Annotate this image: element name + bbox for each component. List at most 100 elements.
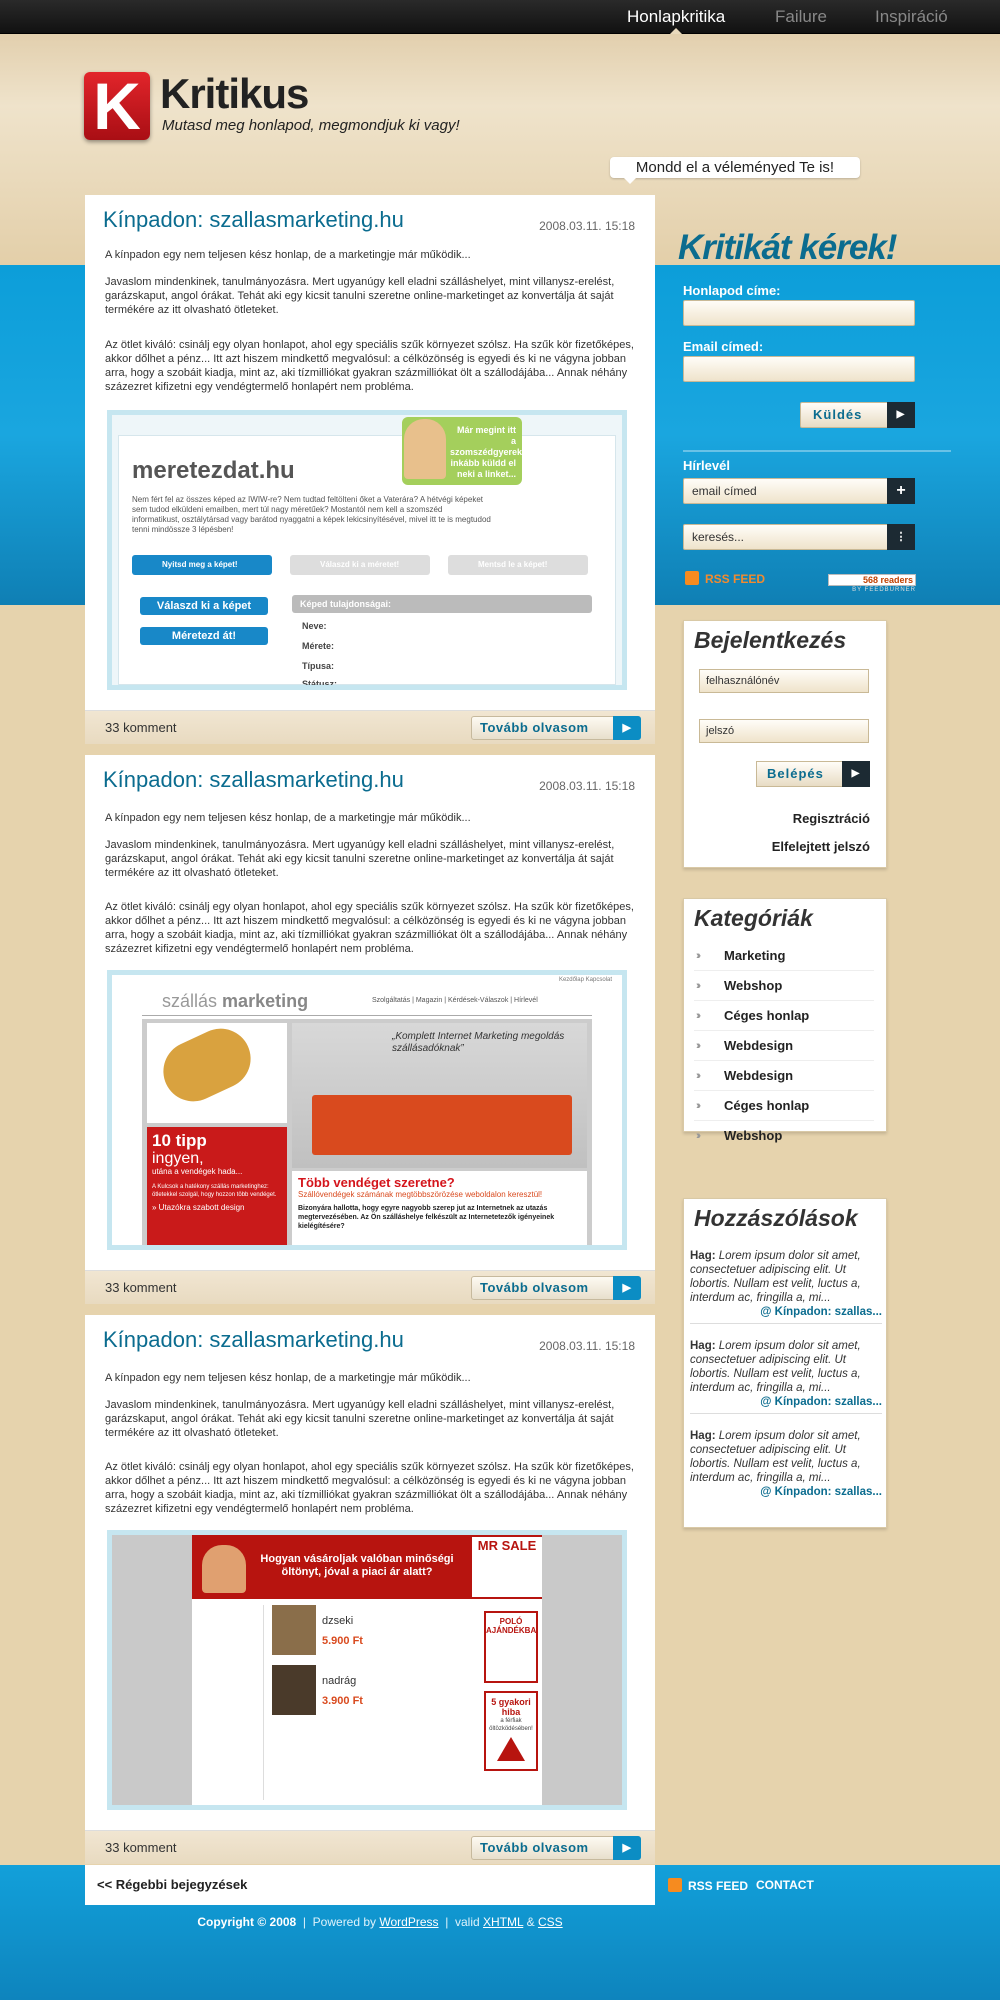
- categories-title: Kategóriák: [694, 905, 813, 931]
- site-url-label: Honlapod címe:: [683, 283, 781, 298]
- product-price: 3.900 Ft: [322, 1695, 363, 1707]
- footer-copyright: Copyright © 2008 | Powered by WordPress …: [197, 1915, 563, 1929]
- site-title[interactable]: Kritikus: [160, 70, 309, 118]
- rss-icon: [685, 571, 699, 585]
- wordpress-link[interactable]: WordPress: [379, 1915, 438, 1929]
- rss-label: RSS FEED: [705, 572, 766, 586]
- product-name: nadrág: [322, 1675, 357, 1687]
- category-label: Webshop: [724, 1128, 783, 1143]
- css-link[interactable]: CSS: [538, 1915, 563, 1929]
- shot-sub: Szállóvendégek számának megtöbbszörözése…: [298, 1190, 543, 1199]
- shot-brand: szállás marketing: [162, 991, 308, 1012]
- newsletter-input[interactable]: email címed +: [683, 478, 915, 504]
- powered-by-text: Powered by: [312, 1915, 377, 1929]
- post-paragraph: Az ötlet kiváló: csinálj egy olyan honla…: [105, 1461, 634, 1515]
- site-tagline: Mutasd meg honlapod, megmondjuk ki vagy!: [162, 117, 460, 134]
- post-footer: 33 komment Tovább olvasom ▶: [85, 1830, 655, 1864]
- shot-resize-button: Méretezd át!: [140, 627, 268, 645]
- comment-count-link[interactable]: 33 komment: [105, 720, 177, 735]
- read-more-button[interactable]: Tovább olvasom ▶: [471, 716, 641, 740]
- category-item[interactable]: ››› Webshop: [694, 971, 874, 1001]
- read-more-button[interactable]: Tovább olvasom ▶: [471, 1836, 641, 1860]
- comment-post-link[interactable]: @ Kínpadon: szallas...: [690, 1395, 882, 1409]
- category-item[interactable]: ››› Webshop: [694, 1121, 874, 1151]
- comment-post-link[interactable]: @ Kínpadon: szallas...: [690, 1485, 882, 1499]
- footer-rss-label: RSS FEED: [688, 1879, 749, 1893]
- comment-post-link[interactable]: @ Kínpadon: szallas...: [690, 1305, 882, 1319]
- post-intro: A kínpadon egy nem teljesen kész honlap,…: [105, 812, 471, 824]
- send-button[interactable]: Küldés ▶: [800, 402, 915, 428]
- double-arrow-icon: ›››: [696, 980, 701, 992]
- comment-count-link[interactable]: 33 komment: [105, 1840, 177, 1855]
- xhtml-link[interactable]: XHTML: [483, 1915, 523, 1929]
- tips-title: 10 tipp: [152, 1131, 207, 1150]
- post-title[interactable]: Kínpadon: szallasmarketing.hu: [103, 207, 404, 233]
- post-title[interactable]: Kínpadon: szallasmarketing.hu: [103, 767, 404, 793]
- older-posts-link[interactable]: << Régebbi bejegyzések: [85, 1865, 655, 1905]
- email-input[interactable]: [683, 356, 915, 382]
- category-label: Webshop: [724, 978, 783, 993]
- sidebar-rss-link[interactable]: RSS FEED: [685, 571, 765, 586]
- category-item[interactable]: ››› Marketing: [694, 941, 874, 971]
- feedburner-badge[interactable]: 568 readers: [828, 574, 916, 586]
- arrow-right-icon: ▶: [613, 1276, 641, 1300]
- category-label: Marketing: [724, 948, 786, 963]
- post-title[interactable]: Kínpadon: szallasmarketing.hu: [103, 1327, 404, 1353]
- category-item[interactable]: ››› Webdesign: [694, 1031, 874, 1061]
- valid-text: valid: [454, 1915, 480, 1929]
- login-label: Belépés: [767, 766, 824, 781]
- category-item[interactable]: ››› Céges honlap: [694, 1091, 874, 1121]
- plus-icon[interactable]: +: [887, 478, 915, 504]
- comment-item: Hag: Lorem ipsum dolor sit amet, consect…: [690, 1339, 882, 1414]
- read-more-label: Tovább olvasom: [480, 1840, 589, 1855]
- top-navigation-bar: [0, 0, 1000, 34]
- newsletter-label: Hírlevél: [683, 458, 730, 473]
- post-card: Kínpadon: szallasmarketing.hu 2008.03.11…: [85, 195, 655, 710]
- register-link[interactable]: Regisztráció: [793, 811, 870, 826]
- comment-count-link[interactable]: 33 komment: [105, 1280, 177, 1295]
- category-item[interactable]: ››› Webdesign: [694, 1061, 874, 1091]
- category-item[interactable]: ››› Céges honlap: [694, 1001, 874, 1031]
- username-input[interactable]: felhasználónév: [699, 669, 869, 693]
- category-label: Webdesign: [724, 1068, 794, 1083]
- shot-brand: meretezdat.hu: [132, 457, 295, 484]
- password-input[interactable]: jelszó: [699, 719, 869, 743]
- footer-rss-link[interactable]: RSS FEED: [668, 1878, 748, 1893]
- footer-contact-link[interactable]: CONTACT: [756, 1878, 814, 1892]
- sidebar-title: Kritikát kérek!: [678, 228, 897, 267]
- double-arrow-icon: ›››: [696, 1100, 701, 1112]
- shot-prop: Típusa:: [302, 661, 335, 671]
- shot-side-menu: [194, 1605, 264, 1800]
- nav-failure[interactable]: Failure: [775, 0, 827, 34]
- search-input[interactable]: keresés... ⋮: [683, 524, 915, 550]
- sidebar-divider: [683, 450, 951, 452]
- shot-prop: Neve:: [302, 621, 327, 631]
- product-price: 5.900 Ft: [322, 1635, 363, 1647]
- rss-icon: [668, 1878, 682, 1892]
- tips-text: utána a vendégek hada...: [152, 1167, 243, 1176]
- post-screenshot[interactable]: Kezdőlap Kapcsolat szállás marketing Szo…: [107, 970, 627, 1250]
- comment-text: Lorem ipsum dolor sit amet, consectetuer…: [690, 1250, 861, 1304]
- comment-item: Hag: Lorem ipsum dolor sit amet, consect…: [690, 1249, 882, 1324]
- site-url-input[interactable]: [683, 300, 915, 326]
- forgot-password-link[interactable]: Elfelejtett jelszó: [772, 839, 870, 854]
- tips-box: 10 tipp ingyen, utána a vendégek hada...…: [147, 1127, 287, 1245]
- shot-promo-shirt: POLÓ AJÁNDÉKBA: [484, 1611, 538, 1683]
- double-arrow-icon: ›››: [696, 1070, 701, 1082]
- categories-box: Kategóriák ››› Marketing ››› Webshop ››› Cé…: [683, 898, 887, 1143]
- shot-quote: „Komplett Internet Marketing megoldás sz…: [392, 1031, 565, 1054]
- login-button[interactable]: Belépés ▶: [756, 761, 870, 787]
- login-box: Bejelentkezés felhasználónév jelszó Belé…: [683, 620, 887, 868]
- shot-prop: Státusz:: [302, 679, 338, 689]
- shot-choose-button: Válaszd ki a képet: [140, 597, 268, 615]
- arrow-right-icon: ▶: [613, 716, 641, 740]
- shot-headline: Több vendéget szeretne?: [298, 1175, 455, 1190]
- post-card: Kínpadon: szallasmarketing.hu 2008.03.11…: [85, 755, 655, 1270]
- post-screenshot[interactable]: Hogyan vásároljak valóban minőségi öltön…: [107, 1530, 627, 1810]
- nav-inspiracio[interactable]: Inspiráció: [875, 0, 948, 34]
- post-screenshot[interactable]: meretezdat.hu Már megint itt a szomszédg…: [107, 410, 627, 690]
- search-icon[interactable]: ⋮: [887, 524, 915, 550]
- read-more-label: Tovább olvasom: [480, 720, 589, 735]
- read-more-button[interactable]: Tovább olvasom ▶: [471, 1276, 641, 1300]
- logo-icon[interactable]: K: [84, 72, 150, 140]
